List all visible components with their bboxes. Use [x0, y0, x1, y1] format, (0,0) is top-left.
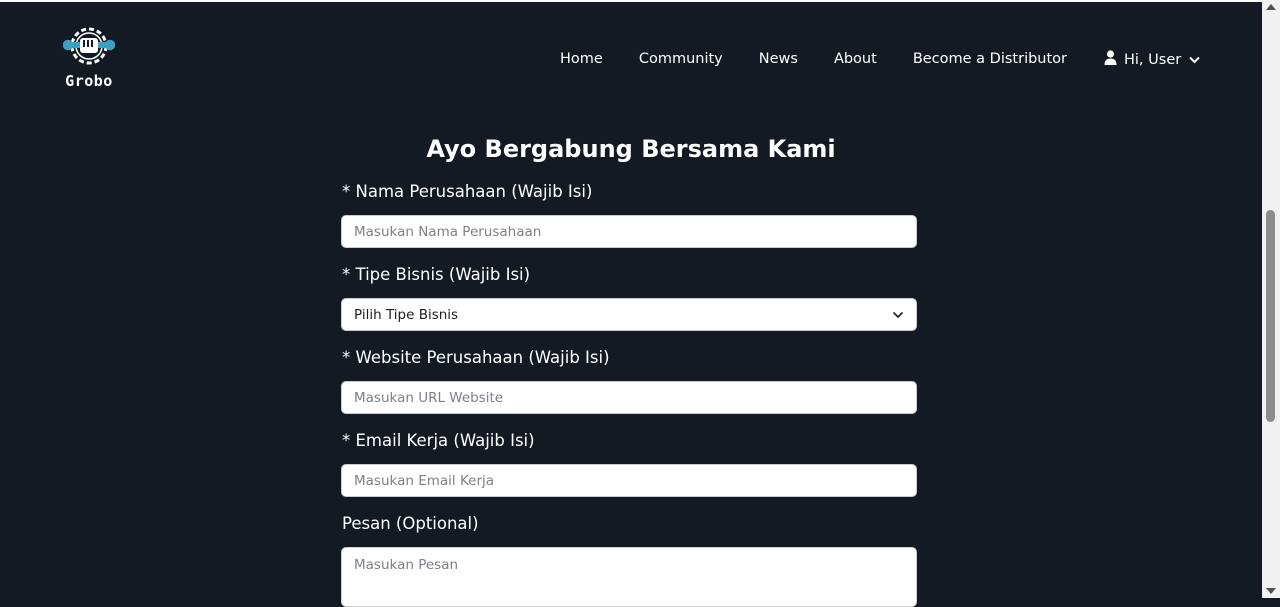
nav-home[interactable]: Home — [560, 51, 603, 67]
user-icon — [1104, 50, 1117, 69]
nav-about[interactable]: About — [834, 51, 877, 67]
message-textarea[interactable]: Masukan Pesan — [341, 547, 917, 607]
scroll-up-arrow-icon[interactable] — [1266, 4, 1276, 10]
message-label: Pesan (Optional) — [342, 514, 479, 533]
nav-news[interactable]: News — [759, 51, 798, 67]
message-placeholder: Masukan Pesan — [354, 557, 459, 573]
company-website-placeholder: Masukan URL Website — [354, 389, 504, 406]
company-name-label: * Nama Perusahaan (Wajib Isi) — [342, 182, 593, 201]
form-title: Ayo Bergabung Bersama Kami — [426, 135, 836, 163]
nav-become-distributor[interactable]: Become a Distributor — [913, 51, 1067, 67]
user-menu[interactable]: Hi, User — [1104, 50, 1200, 69]
company-website-input[interactable]: Masukan URL Website — [341, 381, 917, 414]
brand-logo[interactable]: Grobo — [62, 22, 116, 92]
work-email-label: * Email Kerja (Wajib Isi) — [342, 431, 535, 450]
business-type-label: * Tipe Bisnis (Wajib Isi) — [342, 265, 531, 284]
work-email-placeholder: Masukan Email Kerja — [354, 472, 495, 489]
main-nav: Home Community News About Become a Distr… — [560, 51, 1103, 67]
scroll-down-arrow-icon[interactable] — [1266, 588, 1276, 594]
company-website-label: * Website Perusahaan (Wajib Isi) — [342, 348, 610, 367]
user-greeting: Hi, User — [1124, 51, 1182, 68]
gear-wrench-fist-icon — [63, 27, 115, 65]
scrollbar-thumb[interactable] — [1266, 210, 1275, 422]
company-name-input[interactable]: Masukan Nama Perusahaan — [341, 215, 917, 248]
chevron-down-icon — [1189, 52, 1200, 68]
business-type-value: Pilih Tipe Bisnis — [354, 306, 459, 323]
chevron-down-icon — [892, 307, 904, 323]
nav-community[interactable]: Community — [639, 51, 723, 67]
brand-name: Grobo — [65, 72, 113, 90]
company-name-placeholder: Masukan Nama Perusahaan — [354, 223, 542, 240]
work-email-input[interactable]: Masukan Email Kerja — [341, 464, 917, 497]
page-scrollbar[interactable] — [1262, 0, 1280, 598]
page: Grobo Home Community News About Become a… — [0, 2, 1262, 607]
business-type-select[interactable]: Pilih Tipe Bisnis — [341, 298, 917, 331]
